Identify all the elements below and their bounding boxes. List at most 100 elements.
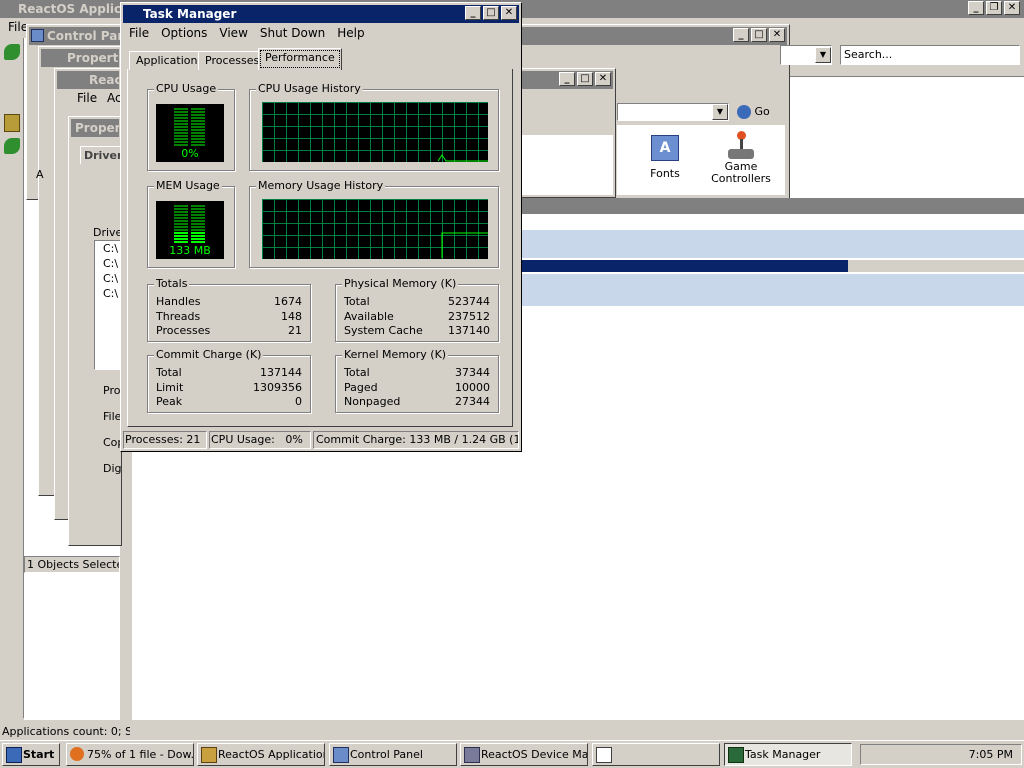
close-icon[interactable]: ✕ — [501, 6, 517, 20]
meter-segment — [174, 126, 188, 128]
search-input[interactable]: Search... — [840, 45, 1020, 65]
menu-help[interactable]: Help — [331, 24, 370, 42]
react-menu-file[interactable]: File — [77, 91, 97, 105]
clock[interactable]: 7:05 PM — [969, 748, 1013, 761]
meter-segment — [191, 132, 205, 134]
cpu-usage-value: 0% — [181, 147, 199, 160]
minimize-icon[interactable]: _ — [733, 28, 749, 42]
game-controllers-item[interactable]: Game Controllers — [705, 131, 777, 191]
status-cpu: CPU Usage: 0% — [209, 431, 311, 449]
meter-segment — [191, 235, 205, 237]
fonts-item[interactable]: A Fonts — [637, 133, 693, 183]
chevron-down-icon[interactable]: ▼ — [712, 104, 728, 120]
taskbar-control-panel-button[interactable]: Control Panel — [329, 743, 457, 766]
device-manager-strip — [520, 198, 1024, 214]
window-icon — [596, 747, 612, 763]
properties-title-2: Propert — [75, 121, 119, 135]
fonts-label: Fonts — [650, 167, 680, 180]
meter-segment — [191, 214, 205, 216]
meter-segment — [174, 226, 188, 228]
address-bar[interactable]: ▼ — [780, 45, 832, 65]
minimize-icon[interactable]: _ — [465, 6, 481, 20]
physical-memory-group: Physical Memory (K) Total 523744 Availabl… — [335, 277, 499, 342]
fonts-icon: A — [651, 135, 679, 161]
address-dropdown[interactable]: ▼ — [617, 103, 729, 121]
meter-segment — [191, 232, 205, 234]
tab-performance[interactable]: Performance — [258, 48, 342, 70]
taskbar-download-button[interactable]: 75% of 1 file - Dow... — [66, 743, 194, 766]
mem-usage-group: MEM Usage 133 MB — [147, 179, 235, 268]
tab-processes[interactable]: Processes — [198, 51, 267, 70]
meter-segment — [174, 220, 188, 222]
properties-title-1: Propertie — [67, 51, 119, 65]
control-panel-icon — [333, 747, 349, 763]
device-manager-header-2 — [520, 274, 1024, 306]
cpu-history-label: CPU Usage History — [256, 82, 363, 96]
list-item[interactable]: C:\ — [95, 286, 121, 301]
close-icon[interactable]: ✕ — [595, 72, 611, 86]
close-icon[interactable]: ✕ — [1004, 1, 1020, 15]
cpu-usage-label: CPU Usage — [154, 82, 219, 96]
maximize-icon[interactable]: □ — [751, 28, 767, 42]
search-placeholder: Search... — [844, 48, 893, 61]
memory-history-svg — [262, 199, 488, 260]
list-item[interactable]: C:\ — [95, 271, 121, 286]
objects-status: 1 Objects Selected — [24, 556, 120, 573]
list-item[interactable]: C:\ — [95, 256, 121, 271]
close-icon[interactable]: ✕ — [769, 28, 785, 42]
taskbar-app-manager-button[interactable]: ReactOS Application... — [197, 743, 325, 766]
maximize-icon[interactable]: ❐ — [986, 1, 1002, 15]
start-button[interactable]: Start — [2, 743, 60, 766]
app-manager-icon — [201, 747, 217, 763]
list-item[interactable]: C:\ — [95, 241, 121, 256]
meter-segment — [191, 138, 205, 140]
meter-segment — [174, 117, 188, 119]
cpu-history-graph — [262, 102, 488, 163]
chevron-down-icon[interactable]: ▼ — [815, 47, 831, 63]
memory-history-graph — [262, 199, 488, 260]
properties-titlebar-2[interactable]: Propert — [71, 119, 119, 137]
maximize-icon[interactable]: □ — [577, 72, 593, 86]
meter-segment — [191, 208, 205, 210]
maximize-icon[interactable]: □ — [483, 6, 499, 20]
install-icon[interactable] — [4, 138, 20, 154]
physical-row-available: Available 237512 — [344, 310, 490, 323]
status-processes: Processes: 21 — [123, 431, 207, 449]
drive-label: Drive — [93, 226, 123, 239]
menu-view[interactable]: View — [213, 24, 253, 42]
task-manager-window: Task Manager _ □ ✕ File Options View Shu… — [120, 2, 522, 452]
physical-memory-label: Physical Memory (K) — [342, 277, 459, 291]
physical-row-total: Total 523744 — [344, 295, 490, 308]
meter-segment — [174, 241, 188, 243]
game-controllers-label: Game Controllers — [711, 160, 771, 185]
taskbar-blank-button[interactable] — [592, 743, 720, 766]
kernel-row-paged: Paged 10000 — [344, 381, 490, 394]
minimize-icon[interactable]: _ — [968, 1, 984, 15]
taskbar-task-manager-button[interactable]: Task Manager — [724, 743, 852, 766]
task-manager-titlebar[interactable]: Task Manager — [123, 5, 519, 23]
minimize-icon[interactable]: _ — [559, 72, 575, 86]
meter-segment — [174, 120, 188, 122]
control-panel-title-buttons: _ □ ✕ — [733, 28, 785, 42]
properties-titlebar-1[interactable]: Propertie — [41, 49, 119, 67]
device-manager-title-buttons: _ □ ✕ — [559, 72, 611, 86]
meter-segment — [191, 223, 205, 225]
commit-charge-label: Commit Charge (K) — [154, 348, 264, 362]
react-titlebar[interactable]: Reac — [57, 71, 119, 89]
refresh-icon[interactable] — [4, 44, 20, 60]
kernel-memory-group: Kernel Memory (K) Total 37344 Paged 10000 … — [335, 348, 499, 413]
meter-segment — [191, 120, 205, 122]
taskbar-device-manager-button[interactable]: ReactOS Device Ma... — [460, 743, 588, 766]
driver-tab[interactable]: Driver — [80, 146, 122, 164]
menu-shut-down[interactable]: Shut Down — [254, 24, 331, 42]
app-manager-sidebar — [0, 38, 24, 718]
go-button[interactable]: Go — [737, 102, 781, 122]
settings-icon[interactable] — [4, 114, 20, 132]
meter-segment — [191, 129, 205, 131]
meter-segment — [191, 226, 205, 228]
menu-options[interactable]: Options — [155, 24, 213, 42]
menu-file[interactable]: File — [123, 24, 155, 42]
taskbar-control-panel-label: Control Panel — [350, 748, 423, 761]
mem-usage-meter: 133 MB — [156, 201, 224, 259]
drive-list[interactable]: C:\ C:\ C:\ C:\ — [94, 240, 122, 370]
